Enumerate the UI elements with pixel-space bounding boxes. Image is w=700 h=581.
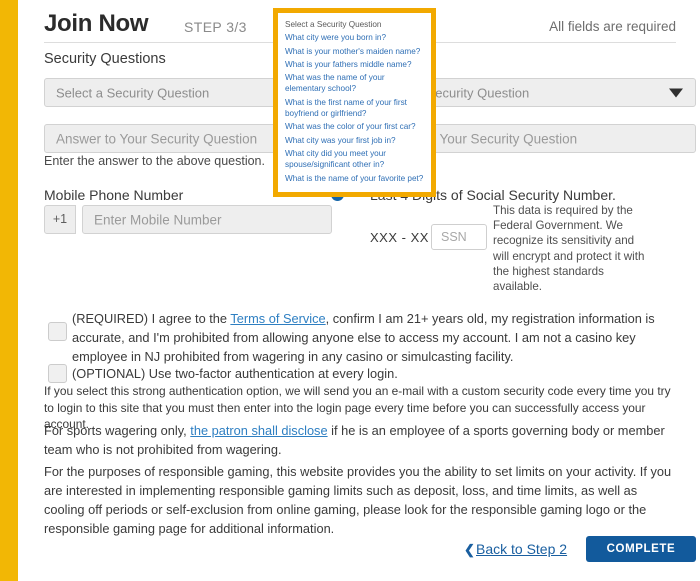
optional-2fa-label: (OPTIONAL) Use two-factor authentication…: [72, 366, 398, 381]
ssn-privacy-note: This data is required by the Federal Gov…: [493, 204, 645, 294]
required-agreement-checkbox[interactable]: [48, 322, 67, 341]
ssn-input[interactable]: SSN: [431, 224, 487, 250]
optional-2fa-checkbox[interactable]: [48, 364, 67, 383]
dropdown-option[interactable]: What city was your first job in?: [278, 135, 431, 148]
chevron-down-icon: [669, 88, 683, 97]
join-now-page: Join Now STEP 3/3 All fields are require…: [0, 0, 700, 581]
left-accent-rail: [0, 0, 18, 581]
sports-wagering-paragraph: For sports wagering only, the patron sha…: [44, 421, 676, 459]
form-content: Join Now STEP 3/3 All fields are require…: [30, 0, 696, 581]
country-code-prefix: +1: [44, 205, 76, 234]
dropdown-option[interactable]: What was the color of your first car?: [278, 121, 431, 134]
answer-hint-text: Enter the answer to the above question.: [44, 154, 265, 168]
all-fields-required-note: All fields are required: [549, 19, 676, 34]
chevron-left-icon[interactable]: ❮: [464, 542, 475, 558]
mobile-phone-label: Mobile Phone Number: [44, 187, 184, 203]
terms-of-service-link[interactable]: Terms of Service: [230, 311, 325, 326]
dropdown-option[interactable]: What was the name of your elementary sch…: [278, 72, 431, 97]
dropdown-option[interactable]: What is the first name of your first boy…: [278, 97, 431, 122]
ssn-placeholder: SSN: [441, 230, 467, 244]
section-title-security-questions: Security Questions: [44, 51, 166, 67]
required-agreement-prefix: (REQUIRED) I agree to the: [72, 311, 231, 326]
dropdown-option[interactable]: Select a Security Question: [278, 19, 431, 32]
ssn-masked-prefix: XXX - XX -: [370, 230, 438, 245]
security-answer-1-placeholder: Answer to Your Security Question: [56, 131, 258, 146]
dropdown-option[interactable]: What city did you meet your spouse/signi…: [278, 148, 431, 173]
mobile-number-placeholder: Enter Mobile Number: [94, 212, 222, 227]
dropdown-option[interactable]: What is your mother's maiden name?: [278, 46, 431, 59]
step-indicator: STEP 3/3: [184, 19, 247, 35]
security-question-dropdown[interactable]: Select a Security Question What city were…: [273, 8, 436, 197]
required-agreement-text: (REQUIRED) I agree to the Terms of Servi…: [72, 309, 676, 366]
responsible-gaming-paragraph: For the purposes of responsible gaming, …: [44, 464, 672, 536]
mobile-number-input[interactable]: Enter Mobile Number: [82, 205, 332, 234]
security-question-1-value: Select a Security Question: [56, 85, 210, 100]
sports-paragraph-prefix: For sports wagering only,: [44, 423, 191, 438]
dropdown-option[interactable]: What is your fathers middle name?: [278, 59, 431, 72]
patron-disclosure-link[interactable]: the patron shall disclose: [190, 423, 327, 438]
dropdown-option[interactable]: What city were you born in?: [278, 32, 431, 45]
complete-button[interactable]: COMPLETE: [586, 536, 696, 562]
page-title: Join Now: [44, 10, 149, 37]
dropdown-option[interactable]: What is the name of your favorite pet?: [278, 173, 431, 186]
back-to-step-2-link[interactable]: Back to Step 2: [476, 541, 567, 557]
